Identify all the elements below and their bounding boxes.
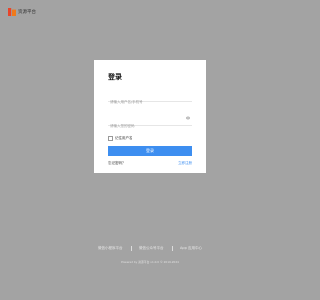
forgot-password-link[interactable]: 忘记密码？ <box>108 161 126 166</box>
login-card: 登录 记住用户名 登录 忘记密码？ 立即注册 <box>94 60 206 173</box>
footer-link-wechat-miniprogram[interactable]: 微信小程序平台 <box>98 246 123 251</box>
login-title: 登录 <box>108 73 122 81</box>
remember-label: 记住用户名 <box>115 136 133 140</box>
footer-divider <box>130 246 132 251</box>
username-input[interactable] <box>108 96 184 108</box>
username-field <box>108 88 192 108</box>
powered-by: Powered by 资源平台 v1.0.0 © 2019-2024 <box>121 260 179 264</box>
eye-icon[interactable] <box>186 116 190 120</box>
brand-name: 资源平台 <box>18 10 36 15</box>
checkbox-icon[interactable] <box>108 136 113 141</box>
footer-link-app-center[interactable]: App 应用中心 <box>180 246 202 251</box>
login-button[interactable]: 登录 <box>108 146 192 156</box>
remember-me[interactable]: 记住用户名 <box>108 136 133 141</box>
footer-divider <box>171 246 173 251</box>
register-link[interactable]: 立即注册 <box>178 161 192 166</box>
password-field <box>108 112 192 132</box>
footer-links: 微信小程序平台 微信公众号平台 App 应用中心 <box>0 246 300 251</box>
brand-logo-icon <box>8 8 16 16</box>
brand: 资源平台 <box>8 8 36 16</box>
password-input[interactable] <box>108 120 184 132</box>
footer-link-wechat-official[interactable]: 微信公众号平台 <box>139 246 164 251</box>
